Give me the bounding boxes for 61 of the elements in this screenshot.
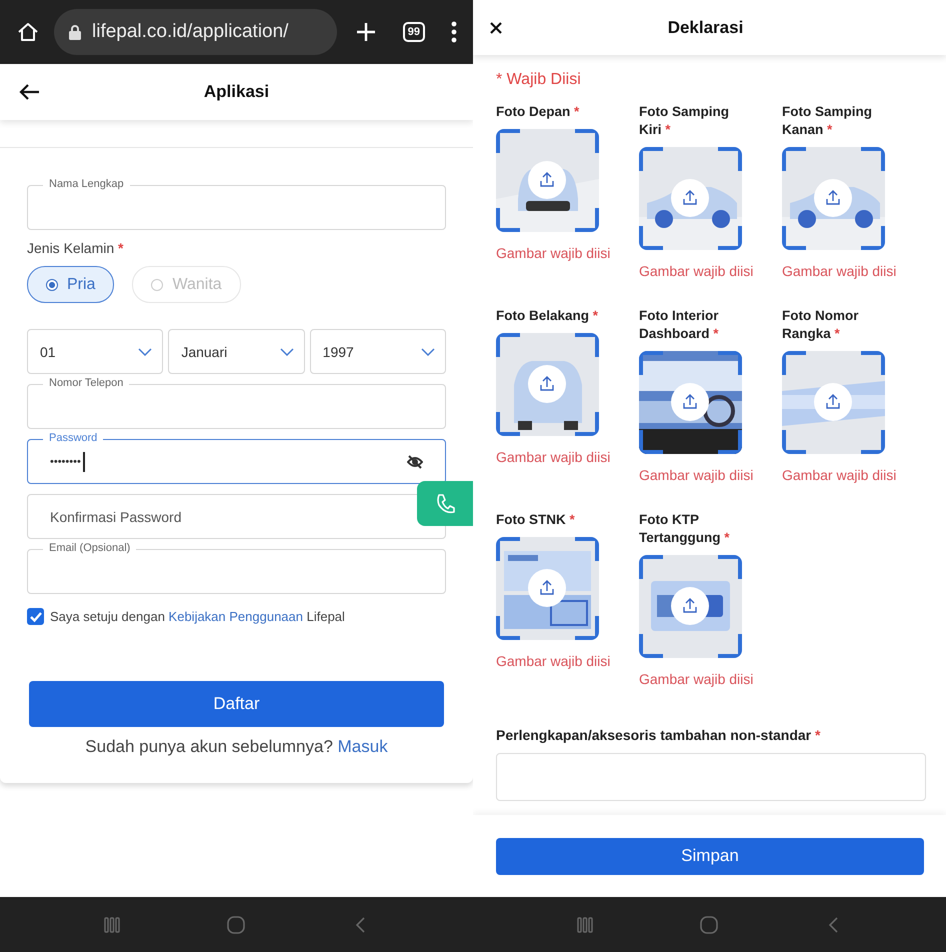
photo-label: Foto KTP Tertanggung * <box>639 511 731 547</box>
photo-label: Foto Samping Kiri * <box>639 103 730 139</box>
register-button[interactable]: Daftar <box>29 681 444 727</box>
photo-label: Foto Samping Kanan * <box>782 103 873 139</box>
radio-option[interactable]: Pria <box>27 266 114 303</box>
tab-count-button[interactable]: 99 <box>402 22 425 42</box>
photo-label: Foto Belakang * <box>496 307 600 325</box>
error-message: Gambar wajib diisi <box>496 245 612 261</box>
chevron-down-icon <box>138 348 152 356</box>
recent-apps-icon[interactable] <box>574 914 595 934</box>
upload-icon[interactable] <box>671 587 709 625</box>
recent-apps-icon[interactable] <box>102 914 122 934</box>
upload-icon[interactable] <box>671 383 709 421</box>
upload-icon[interactable] <box>528 569 566 607</box>
error-message: Gambar wajib diisi <box>782 263 898 279</box>
upload-icon[interactable] <box>814 179 852 217</box>
address-bar[interactable]: lifepal.co.id/application/ <box>54 9 337 55</box>
error-message: Gambar wajib diisi <box>782 467 898 483</box>
required-note: * Wajib Diisi <box>496 71 582 89</box>
save-button[interactable]: Simpan <box>496 838 924 874</box>
input-field[interactable]: Konfirmasi Password <box>27 494 446 539</box>
error-message: Gambar wajib diisi <box>639 467 754 483</box>
photo-label: Foto Interior Dashboard * <box>639 307 720 343</box>
page-title: Aplikasi <box>202 82 270 102</box>
error-message: Gambar wajib diisi <box>496 653 612 669</box>
field-label: Nama Lengkap <box>43 177 130 191</box>
field-label: Jenis Kelamin * <box>27 240 124 256</box>
upload-icon[interactable] <box>671 179 709 217</box>
chevron-down-icon <box>280 348 294 356</box>
checkbox[interactable] <box>27 608 44 625</box>
hidden-eye-icon[interactable] <box>407 454 423 468</box>
dropdown[interactable]: 01 <box>27 329 164 374</box>
photo-label: Foto Depan * <box>496 103 580 121</box>
field-label: Perlengkapan/aksesoris tambahan non-standar * <box>496 727 820 743</box>
home-icon[interactable] <box>16 20 40 44</box>
phone-icon <box>435 492 455 514</box>
url-text: lifepal.co.id/application/ <box>92 21 288 43</box>
back-arrow-icon[interactable] <box>18 83 40 101</box>
error-message: Gambar wajib diisi <box>639 671 754 687</box>
dialog-title: Deklarasi <box>666 18 744 38</box>
menu-icon[interactable] <box>451 21 457 43</box>
photo-label: Foto Nomor Rangka * <box>782 307 860 343</box>
photo-label: Foto STNK * <box>496 511 576 529</box>
new-tab-icon[interactable] <box>354 21 377 43</box>
policy-link[interactable]: Kebijakan Penggunaan <box>168 609 303 624</box>
upload-icon[interactable] <box>528 365 566 403</box>
lock-icon <box>68 24 82 40</box>
login-link[interactable]: Masuk <box>338 737 388 756</box>
dropdown[interactable]: Januari <box>168 329 305 374</box>
dropdown[interactable]: 1997 <box>310 329 446 374</box>
login-prompt: Sudah punya akun sebelumnya? Masuk <box>84 737 389 757</box>
error-message: Gambar wajib diisi <box>639 263 754 279</box>
call-button[interactable] <box>417 481 473 526</box>
field-label: Email (Opsional) <box>43 541 136 555</box>
upload-icon[interactable] <box>528 161 566 199</box>
field-label: Nomor Telepon <box>43 376 130 390</box>
chevron-down-icon <box>420 348 435 356</box>
upload-icon[interactable] <box>814 383 852 421</box>
error-message: Gambar wajib diisi <box>496 449 612 465</box>
agreement-text: Saya setuju dengan Kebijakan Penggunaan Lifepal <box>50 609 345 624</box>
close-icon[interactable] <box>489 20 503 34</box>
